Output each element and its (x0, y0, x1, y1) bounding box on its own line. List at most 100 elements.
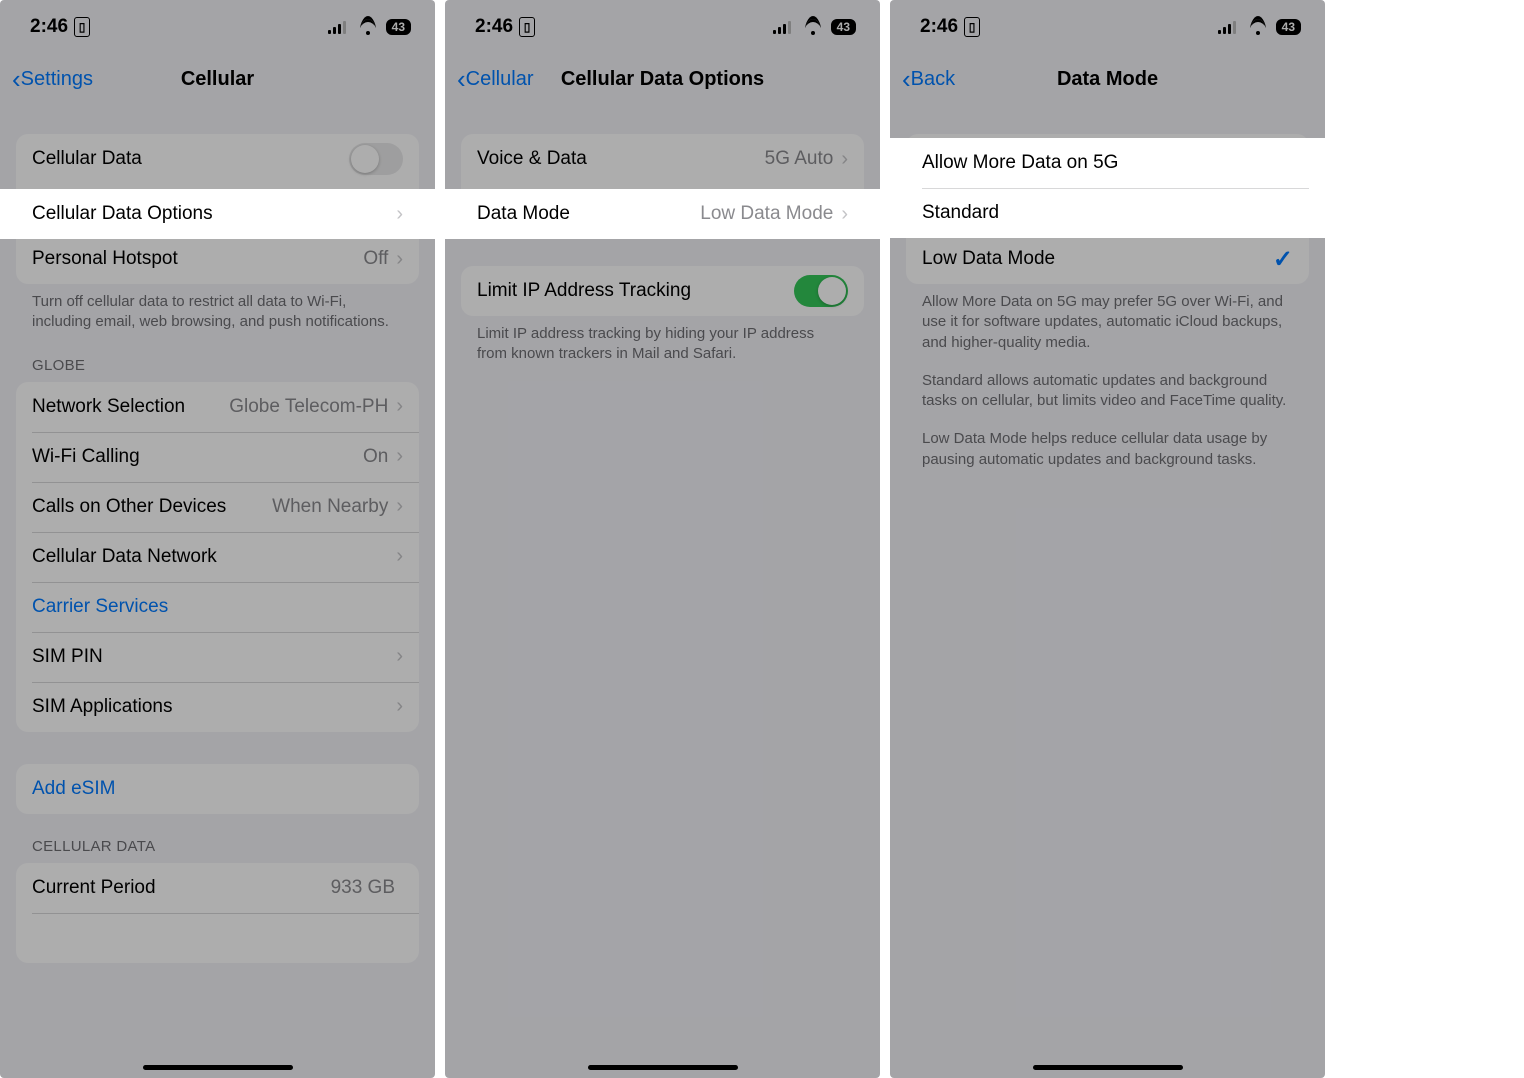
checkmark-icon: ✓ (1273, 245, 1293, 274)
screen-cellular-data-options: 2:46 ▯ 43 ‹ Cellular Cellular Data Optio… (445, 0, 880, 1078)
sim-indicator-icon: ▯ (964, 17, 980, 37)
battery-icon: 43 (1276, 19, 1301, 35)
row-voice-and-data[interactable]: Voice & Data 5G Auto › (461, 134, 864, 184)
toggle-cellular-data[interactable] (349, 143, 403, 175)
label: SIM Applications (32, 696, 396, 718)
sim-indicator-icon: ▯ (74, 17, 90, 37)
label: Voice & Data (477, 148, 765, 170)
label: Cellular Data Network (32, 546, 396, 568)
chevron-right-icon: › (396, 495, 403, 518)
row-limit-ip-tracking[interactable]: Limit IP Address Tracking (461, 266, 864, 316)
home-indicator[interactable] (143, 1065, 293, 1070)
row-sim-applications[interactable]: SIM Applications › (16, 682, 419, 732)
chevron-right-icon: › (841, 203, 848, 226)
row-current-period[interactable]: Current Period 933 GB (16, 863, 419, 913)
status-time: 2:46 (475, 16, 513, 38)
value: On (363, 446, 388, 468)
footer-data-mode-2: Standard allows automatic updates and ba… (906, 353, 1309, 412)
group-cdata: Current Period 933 GB (16, 863, 419, 963)
value: 5G Auto (765, 148, 834, 170)
row-low-data-mode[interactable]: Low Data Mode ✓ (906, 234, 1309, 284)
value: 933 GB (331, 877, 395, 899)
nav-bar: ‹ Settings Cellular (0, 54, 435, 104)
chevron-right-icon: › (396, 203, 403, 226)
value: When Nearby (272, 496, 388, 518)
row-sim-pin[interactable]: SIM PIN › (16, 632, 419, 682)
row-calls-other-devices[interactable]: Calls on Other Devices When Nearby › (16, 482, 419, 532)
row-cellular-data[interactable]: Cellular Data (16, 134, 419, 184)
row-cellular-data-network[interactable]: Cellular Data Network › (16, 532, 419, 582)
label: Allow More Data on 5G (922, 152, 1293, 174)
chevron-right-icon: › (396, 395, 403, 418)
chevron-right-icon: › (841, 148, 848, 171)
home-indicator[interactable] (1033, 1065, 1183, 1070)
row-add-esim[interactable]: Add eSIM (16, 764, 419, 814)
cell-signal-icon (328, 20, 350, 34)
cell-signal-icon (773, 20, 795, 34)
row-network-selection[interactable]: Network Selection Globe Telecom-PH › (16, 382, 419, 432)
label: Wi-Fi Calling (32, 446, 363, 468)
wifi-icon (1248, 19, 1268, 35)
nav-title: Data Mode (890, 68, 1325, 91)
home-indicator[interactable] (588, 1065, 738, 1070)
label: Personal Hotspot (32, 248, 363, 270)
label: Standard (922, 202, 1293, 224)
label: Cellular Data Options (32, 203, 396, 225)
row-cellular-data-options[interactable]: Cellular Data Options › (0, 189, 435, 239)
status-bar: 2:46 ▯ 43 (445, 0, 880, 54)
status-bar: 2:46 ▯ 43 (890, 0, 1325, 54)
chevron-right-icon: › (396, 545, 403, 568)
row-allow-more-data-5g[interactable]: Allow More Data on 5G (890, 138, 1325, 188)
status-time: 2:46 (30, 16, 68, 38)
row-data-mode[interactable]: Data Mode Low Data Mode › (445, 189, 880, 239)
status-time: 2:46 (920, 16, 958, 38)
label: Cellular Data (32, 148, 349, 170)
row-more[interactable] (16, 913, 419, 963)
label: Limit IP Address Tracking (477, 280, 794, 302)
chevron-right-icon: › (396, 645, 403, 668)
footer-limit-ip: Limit IP address tracking by hiding your… (461, 316, 864, 365)
toggle-limit-ip[interactable] (794, 275, 848, 307)
nav-title: Cellular Data Options (445, 68, 880, 91)
footer-cell-top: Turn off cellular data to restrict all d… (16, 284, 419, 333)
section-header-cdata: CELLULAR DATA (16, 814, 419, 863)
chevron-right-icon: › (396, 248, 403, 271)
footer-data-mode-1: Allow More Data on 5G may prefer 5G over… (906, 284, 1309, 353)
row-standard[interactable]: Standard (890, 188, 1325, 238)
wifi-icon (358, 19, 378, 35)
highlight-cellular-data-options: Cellular Data Options › (0, 189, 435, 239)
label: Low Data Mode (922, 248, 1273, 270)
label: Data Mode (477, 203, 700, 225)
footer-data-mode-3: Low Data Mode helps reduce cellular data… (906, 411, 1309, 470)
label: Network Selection (32, 396, 229, 418)
highlight-allow-more-standard: Allow More Data on 5G Standard (890, 138, 1325, 238)
label: Current Period (32, 877, 331, 899)
battery-icon: 43 (831, 19, 856, 35)
label: Carrier Services (32, 596, 403, 618)
nav-bar: ‹ Cellular Cellular Data Options (445, 54, 880, 104)
highlight-data-mode: Data Mode Low Data Mode › (445, 189, 880, 239)
label: SIM PIN (32, 646, 396, 668)
row-wifi-calling[interactable]: Wi-Fi Calling On › (16, 432, 419, 482)
row-carrier-services[interactable]: Carrier Services (16, 582, 419, 632)
label: Calls on Other Devices (32, 496, 272, 518)
section-header-globe: GLOBE (16, 333, 419, 382)
screen-cellular: 2:46 ▯ 43 ‹ Settings Cellular Cellular D… (0, 0, 435, 1078)
wifi-icon (803, 19, 823, 35)
chevron-right-icon: › (396, 445, 403, 468)
nav-bar: ‹ Back Data Mode (890, 54, 1325, 104)
screen-data-mode: 2:46 ▯ 43 ‹ Back Data Mode . . Low Data … (890, 0, 1325, 1078)
sim-indicator-icon: ▯ (519, 17, 535, 37)
value: Globe Telecom-PH (229, 396, 388, 418)
label: Add eSIM (32, 778, 403, 800)
row-personal-hotspot[interactable]: Personal Hotspot Off › (16, 234, 419, 284)
nav-title: Cellular (0, 68, 435, 91)
value: Off (363, 248, 388, 270)
group-limit-ip: Limit IP Address Tracking (461, 266, 864, 316)
cell-signal-icon (1218, 20, 1240, 34)
group-globe: Network Selection Globe Telecom-PH › Wi-… (16, 382, 419, 732)
chevron-right-icon: › (396, 695, 403, 718)
group-add-esim: Add eSIM (16, 764, 419, 814)
value: Low Data Mode (700, 203, 833, 225)
battery-icon: 43 (386, 19, 411, 35)
